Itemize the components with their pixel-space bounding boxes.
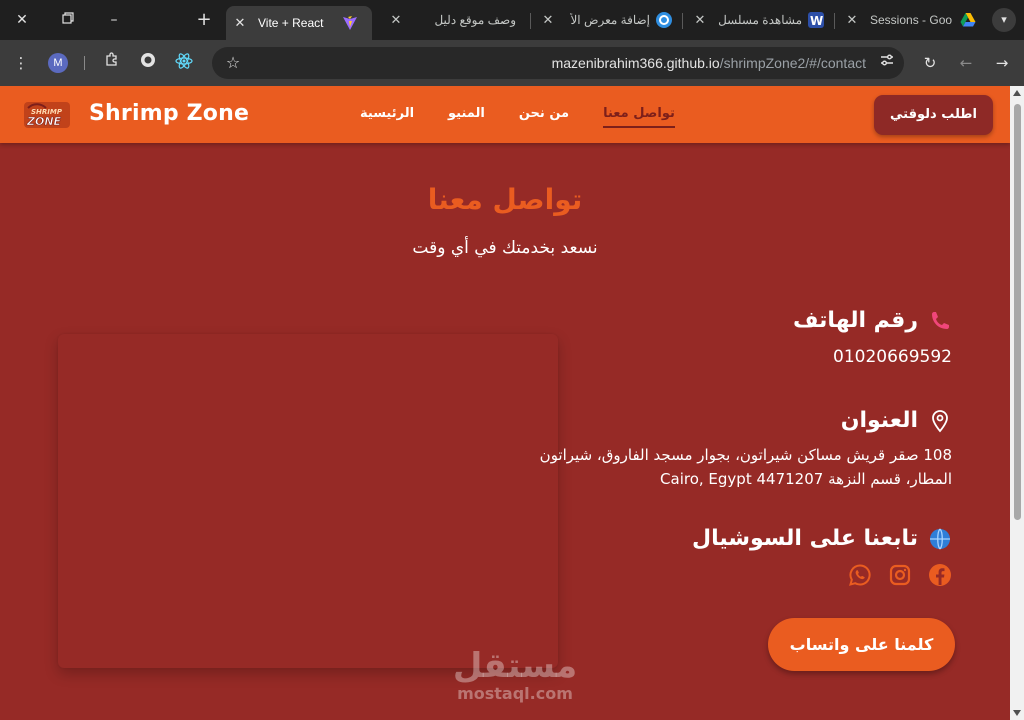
vite-icon xyxy=(342,15,358,31)
reload-icon[interactable]: ↻ xyxy=(919,52,941,74)
url-text[interactable]: mazenibrahim366.github.io/shrimpZone2/#/… xyxy=(552,47,866,79)
social-block: تابعنا على السوشيال xyxy=(692,526,952,587)
phone-icon xyxy=(928,309,952,333)
tab-mostaql[interactable]: ✕ إضافة معرض الأ xyxy=(536,6,676,34)
brand-name[interactable]: Shrimp Zone xyxy=(89,101,249,126)
google-drive-icon xyxy=(960,12,976,28)
svg-text:ZONE: ZONE xyxy=(26,115,62,128)
tab-series[interactable]: ✕ مشاهدة مسلسل W xyxy=(688,6,828,34)
w-site-icon: W xyxy=(808,12,824,28)
tab-close-icon[interactable]: ✕ xyxy=(232,15,248,31)
tab-close-icon[interactable]: ✕ xyxy=(388,12,404,28)
page-scrollbar[interactable] xyxy=(1010,86,1024,720)
extension-circle-icon[interactable] xyxy=(137,52,159,74)
url-path: /shrimpZone2/#/contact xyxy=(719,55,866,71)
bookmark-star-icon[interactable]: ☆ xyxy=(222,52,244,74)
mostaql-watermark: مستقل mostaql.com xyxy=(450,646,580,702)
tab-close-icon[interactable]: ✕ xyxy=(844,12,860,28)
scroll-down-arrow-icon[interactable] xyxy=(1013,710,1021,716)
address-heading: العنوان xyxy=(540,408,952,433)
tab-vite-react[interactable]: ✕ Vite + React xyxy=(226,6,372,40)
phone-number[interactable]: 01020669592 xyxy=(793,347,952,367)
nav-home[interactable]: الرئيسية xyxy=(360,104,414,128)
toolbar-divider xyxy=(84,56,85,70)
nav-contact[interactable]: تواصل معنا xyxy=(603,104,675,128)
map-pin-icon xyxy=(928,409,952,433)
phone-block: رقم الهاتف 01020669592 xyxy=(793,308,952,367)
svg-text:W: W xyxy=(810,14,823,28)
facebook-icon[interactable] xyxy=(928,563,952,587)
tab-separator xyxy=(834,13,835,29)
page-viewport: SHRIMP ZONE Shrimp Zone الرئيسية المنيو … xyxy=(0,86,1010,720)
page-title: تواصل معنا xyxy=(427,183,583,216)
tab-title: إضافة معرض الأ xyxy=(570,13,650,27)
forward-arrow-icon[interactable]: → xyxy=(991,52,1013,74)
tab-separator xyxy=(682,13,683,29)
site-navbar: SHRIMP ZONE Shrimp Zone الرئيسية المنيو … xyxy=(0,86,1010,143)
scroll-up-arrow-icon[interactable] xyxy=(1013,90,1021,96)
order-now-button[interactable]: اطلب دلوقتي xyxy=(874,95,993,135)
address-line-2: المطار، قسم النزهة 4471207 Cairo, Egypt xyxy=(660,470,952,488)
watermark-arabic: مستقل xyxy=(452,646,578,686)
address-line-1: 108 صقر قريش مساكن شيراتون، بجوار مسجد ا… xyxy=(539,446,952,464)
tab-title: وصف موقع دليل xyxy=(434,13,516,27)
whatsapp-contact-button[interactable]: كلمنا على واتساب xyxy=(768,618,955,671)
site-settings-icon[interactable] xyxy=(876,52,898,74)
tab-search-chevron-icon[interactable]: ▾ xyxy=(992,8,1016,32)
social-heading: تابعنا على السوشيال xyxy=(692,526,952,551)
instagram-icon[interactable] xyxy=(888,563,912,587)
social-links xyxy=(692,563,952,587)
address-text: 108 صقر قريش مساكن شيراتون، بجوار مسجد ا… xyxy=(540,443,952,491)
nav-menu[interactable]: المنيو xyxy=(448,104,485,128)
phone-heading: رقم الهاتف xyxy=(793,308,952,333)
scroll-thumb[interactable] xyxy=(1014,104,1021,520)
main-nav: الرئيسية المنيو من نحن تواصل معنا xyxy=(360,104,675,128)
menu-dots-icon[interactable]: ⋮ xyxy=(10,52,32,74)
tab-sessions[interactable]: ✕ Sessions - Goo xyxy=(840,6,980,34)
watermark-latin: mostaql.com xyxy=(457,684,573,703)
new-tab-button[interactable]: + xyxy=(194,10,214,30)
globe-icon xyxy=(928,527,952,551)
tab-separator xyxy=(530,13,531,29)
address-heading-text: العنوان xyxy=(840,408,918,433)
page-subtitle: نسعد بخدمتك في أي وقت xyxy=(412,238,598,258)
back-arrow-icon[interactable]: ← xyxy=(955,52,977,74)
address-block: العنوان 108 صقر قريش مساكن شيراتون، بجوا… xyxy=(540,408,952,491)
address-bar[interactable]: ☆ mazenibrahim366.github.io/shrimpZone2/… xyxy=(212,47,904,79)
phone-heading-text: رقم الهاتف xyxy=(792,308,918,333)
browser-toolbar: ⋮ M ☆ mazenibrahim366.github.io/shrimpZo… xyxy=(0,40,1024,86)
whatsapp-icon[interactable] xyxy=(848,563,872,587)
window-close-icon[interactable]: ✕ xyxy=(12,10,32,30)
browser-tab-strip: ✕ – + ✕ Vite + React ✕ وصف موقع دليل ✕ إ… xyxy=(0,0,1024,40)
shrimp-zone-logo[interactable]: SHRIMP ZONE xyxy=(22,100,72,130)
react-devtools-icon[interactable] xyxy=(173,52,195,74)
mostaql-icon xyxy=(656,12,672,28)
nav-about[interactable]: من نحن xyxy=(519,104,569,128)
tab-close-icon[interactable]: ✕ xyxy=(692,12,708,28)
tab-title: مشاهدة مسلسل xyxy=(718,13,802,27)
url-host: mazenibrahim366.github.io xyxy=(551,55,720,71)
social-heading-text: تابعنا على السوشيال xyxy=(692,526,918,551)
window-restore-icon[interactable] xyxy=(58,10,78,30)
window-minimize-icon[interactable]: – xyxy=(104,10,124,30)
profile-avatar[interactable]: M xyxy=(48,53,68,73)
extensions-icon[interactable] xyxy=(101,52,123,74)
map-card[interactable] xyxy=(58,334,558,668)
tab-description[interactable]: ✕ وصف موقع دليل xyxy=(384,6,524,34)
tab-title: Vite + React xyxy=(258,16,324,30)
tab-title: Sessions - Goo xyxy=(870,13,953,27)
tab-close-icon[interactable]: ✕ xyxy=(540,12,556,28)
